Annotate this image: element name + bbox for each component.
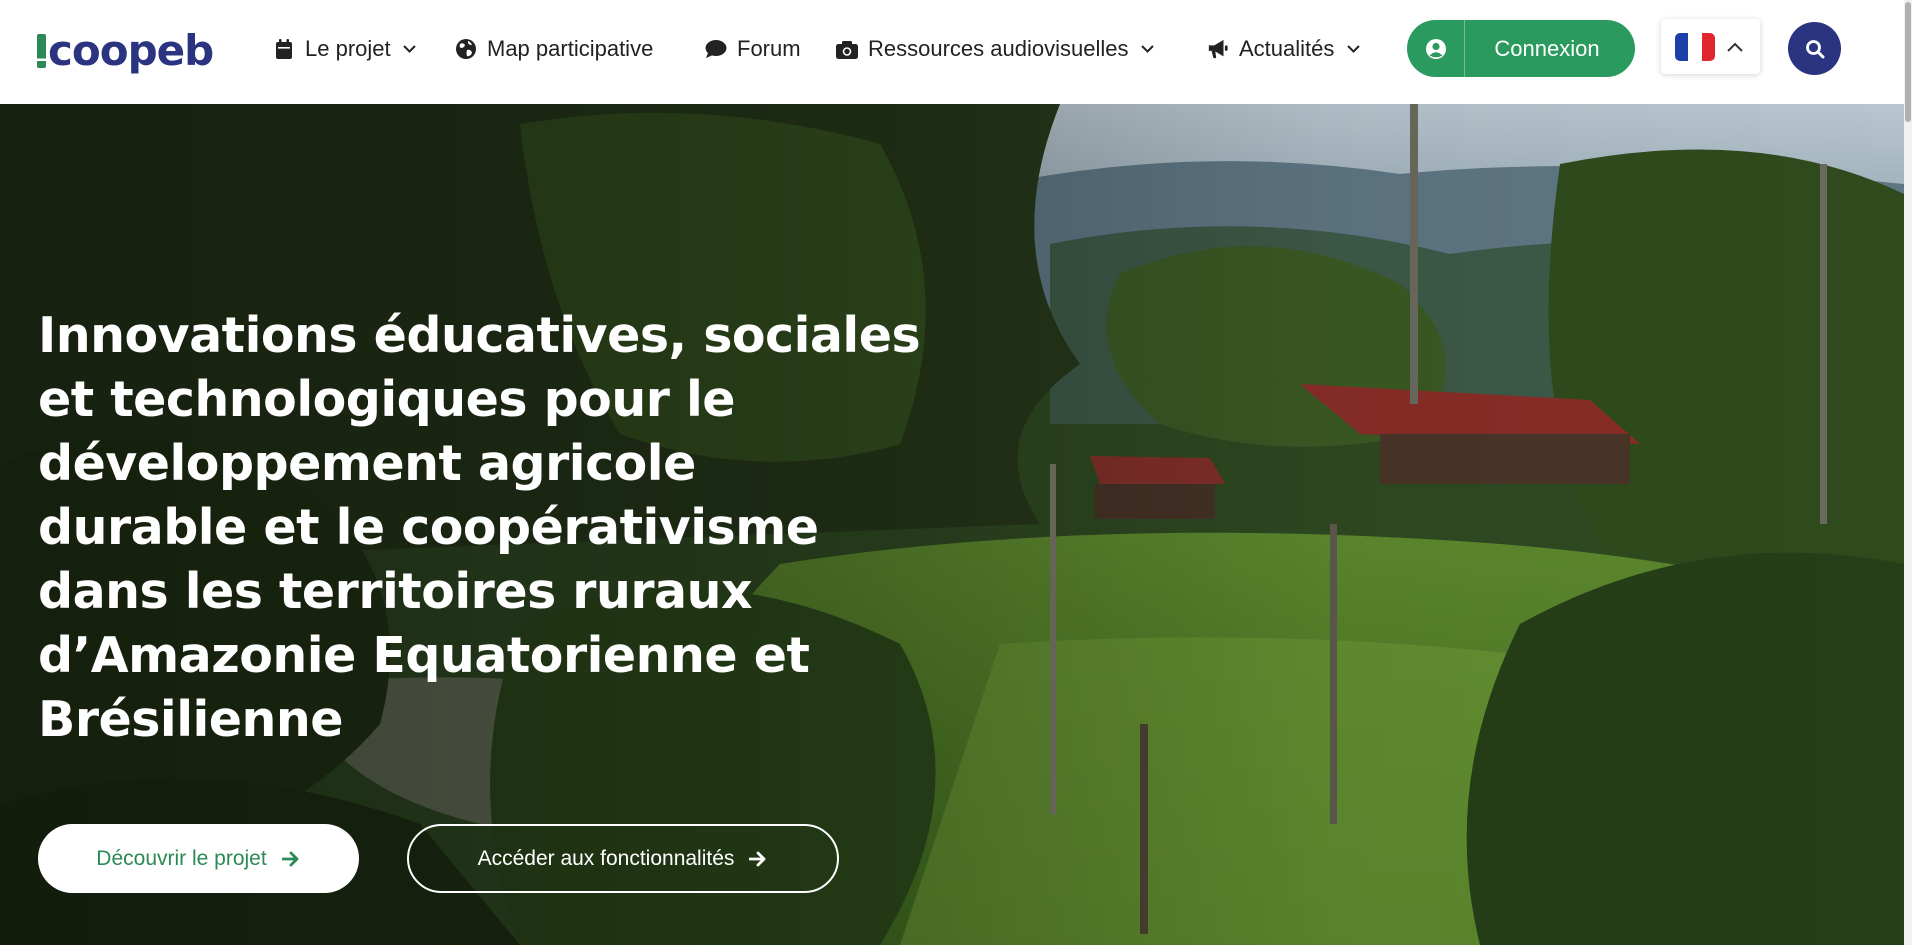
site-header: coopeb Le projet Map participative Forum: [0, 0, 1912, 104]
nav-label: Actualités: [1239, 36, 1335, 61]
flag-fr-icon: [1675, 32, 1715, 61]
chat-icon: [705, 38, 727, 60]
language-selector[interactable]: [1661, 19, 1760, 74]
user-circle-icon: [1407, 20, 1465, 77]
logo-text: coopeb: [48, 26, 214, 75]
discover-project-label: Découvrir le projet: [96, 846, 267, 870]
arrow-right-icon: [748, 849, 768, 869]
access-features-label: Accéder aux fonctionnalités: [477, 846, 735, 870]
camera-icon: [836, 38, 858, 60]
login-label: Connexion: [1494, 35, 1600, 61]
calendar-icon: [273, 38, 295, 60]
scrollbar-track[interactable]: [1904, 0, 1912, 945]
hero-title-line: Innovations éducatives, sociales: [38, 307, 921, 364]
nav-label: Ressources audiovisuelles: [868, 36, 1129, 61]
chevron-down-icon: [1140, 42, 1154, 56]
scrollbar-thumb[interactable]: [1905, 2, 1911, 122]
nav-item-forum[interactable]: Forum: [705, 30, 801, 68]
search-icon: [1805, 39, 1825, 59]
hero-title: Innovations éducatives, sociales et tech…: [38, 304, 938, 752]
hero-title-line: développement agricole: [38, 435, 696, 492]
nav-item-actualites[interactable]: Actualités: [1207, 30, 1360, 68]
megaphone-icon: [1207, 38, 1229, 60]
globe-icon: [455, 38, 477, 60]
login-button[interactable]: Connexion: [1407, 20, 1635, 77]
arrow-right-icon: [281, 849, 301, 869]
nav-item-ressources-audiovisuelles[interactable]: Ressources audiovisuelles: [836, 30, 1154, 68]
search-button[interactable]: [1788, 22, 1841, 75]
nav-item-le-projet[interactable]: Le projet: [273, 30, 417, 68]
hero-title-line: durable et le coopérativisme: [38, 499, 819, 556]
nav-label: Le projet: [305, 36, 391, 61]
discover-project-button[interactable]: Découvrir le projet: [38, 824, 359, 893]
site-logo[interactable]: coopeb: [37, 26, 214, 76]
hero-title-line: Brésilienne: [38, 691, 344, 748]
nav-item-map-participative[interactable]: Map participative: [455, 30, 653, 68]
chevron-down-icon: [403, 42, 417, 56]
access-features-button[interactable]: Accéder aux fonctionnalités: [407, 824, 839, 893]
nav-label: Map participative: [487, 36, 654, 61]
chevron-down-icon: [1346, 42, 1360, 56]
hero-title-line: dans les territoires ruraux: [38, 563, 753, 620]
nav-label: Forum: [737, 36, 801, 61]
hero-section: Innovations éducatives, sociales et tech…: [0, 104, 1904, 945]
hero-title-line: et technologiques pour le: [38, 371, 735, 428]
logo-mark-icon: [37, 34, 46, 68]
chevron-up-icon: [1725, 37, 1745, 57]
hero-title-line: d’Amazonie Equatorienne et: [38, 627, 810, 684]
